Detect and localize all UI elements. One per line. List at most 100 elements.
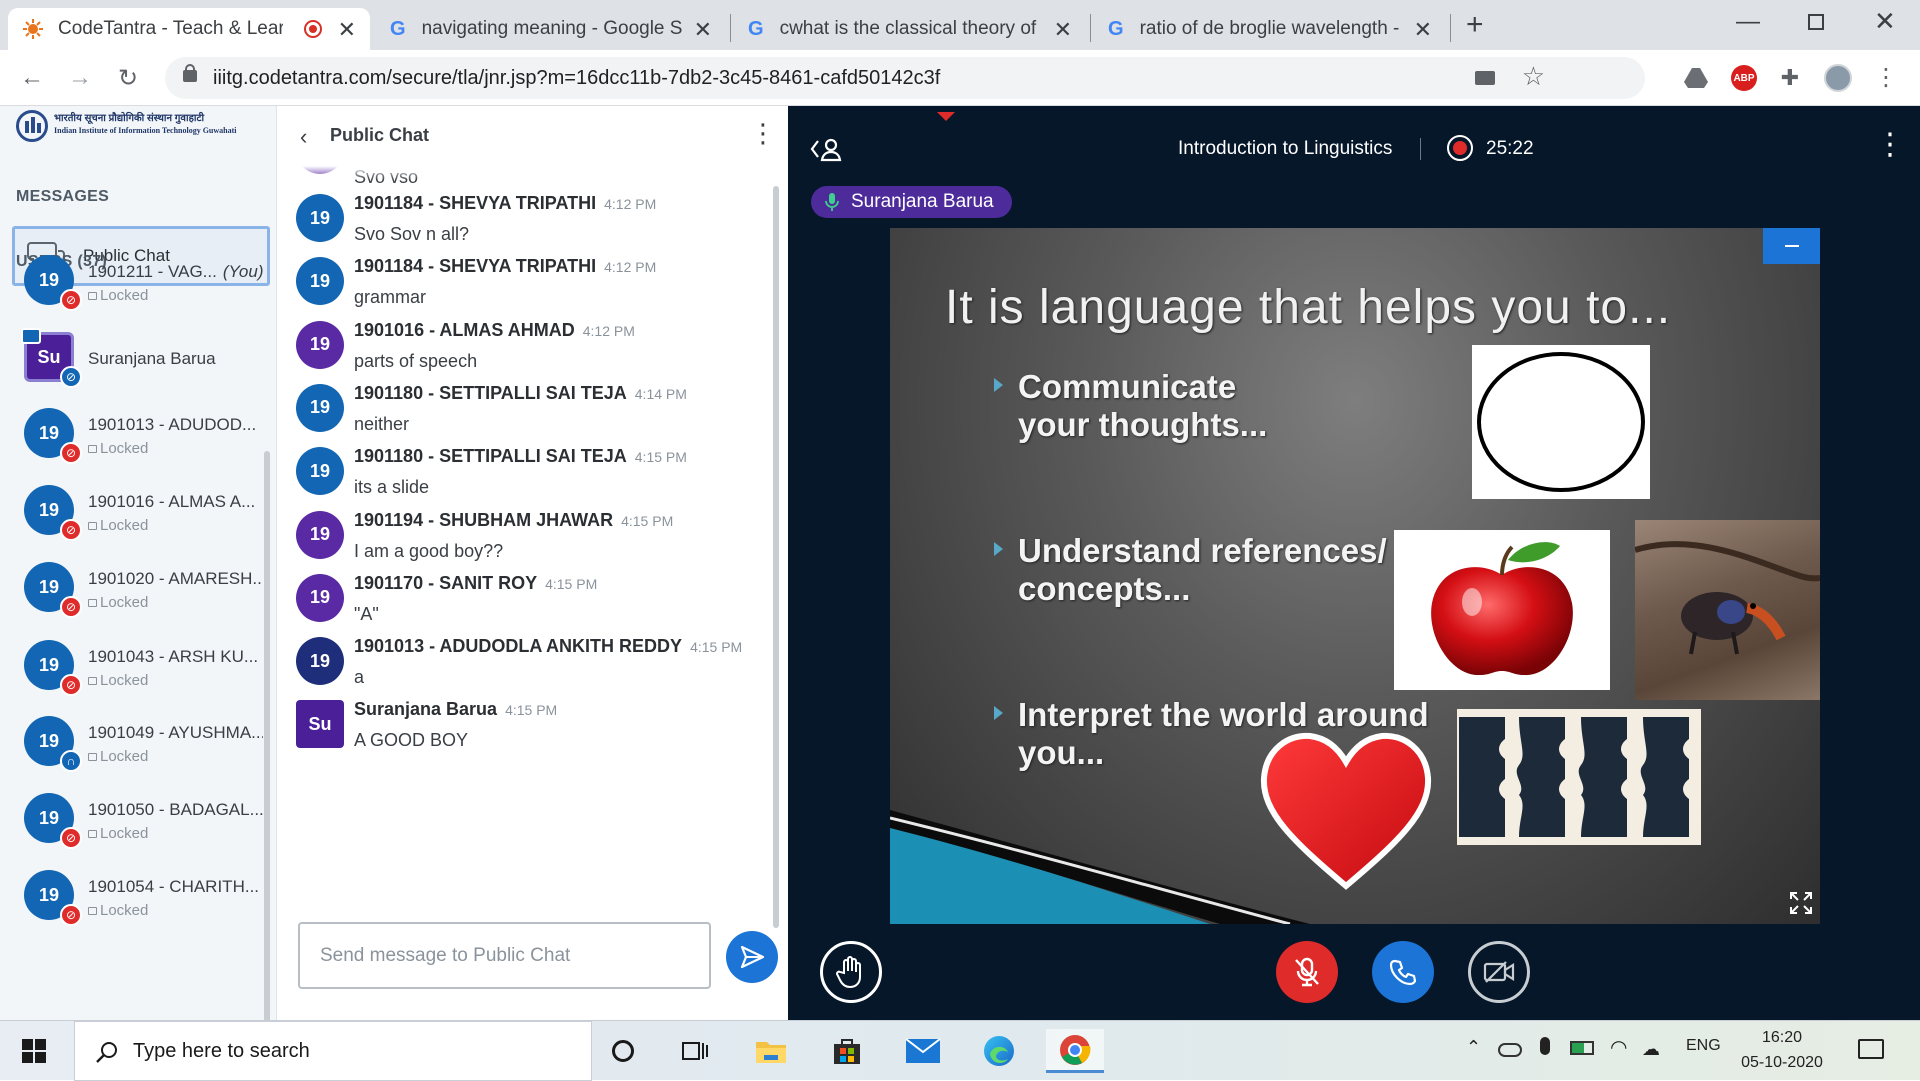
message-list-fade <box>278 166 778 180</box>
extensions-puzzle-icon[interactable]: ✚ <box>1774 62 1806 94</box>
lock-shackle-icon <box>185 64 195 73</box>
windows-start-icon[interactable] <box>22 1039 46 1063</box>
forward-arrow-icon[interactable]: → <box>64 62 96 94</box>
message-sender: 1901013 - ADUDODLA ANKITH REDDY 4:15 PM <box>354 636 742 657</box>
clock[interactable]: 16:20 05-10-2020 <box>1734 1025 1830 1075</box>
new-tab-plus-icon[interactable]: + <box>1466 8 1484 42</box>
message-sender: 1901184 - SHEVYA TRIPATHI 4:12 PM <box>354 256 656 277</box>
battery-icon[interactable] <box>1570 1041 1594 1055</box>
drive-extension-icon[interactable] <box>1680 62 1712 94</box>
browser-tab-bar: CodeTantra - Teach & Learn ✕ G navigatin… <box>0 0 1920 50</box>
browser-toolbar: ← → ↻ iiitg.codetantra.com/secure/tla/jn… <box>0 50 1920 106</box>
chat-title[interactable]: Public Chat <box>330 125 429 146</box>
sender-name: 1901180 - SETTIPALLI SAI TEJA <box>354 446 627 467</box>
meeting-stage: Introduction to Linguistics 25:22 ⋮ Sura… <box>788 106 1920 1020</box>
chat-message-input[interactable] <box>298 922 711 989</box>
language-indicator[interactable]: ENG <box>1686 1037 1721 1055</box>
avatar: Su <box>296 700 344 749</box>
chat-options-icon[interactable]: ⋮ <box>750 120 776 146</box>
message-text: Svo Sov n all? <box>354 224 470 244</box>
onedrive-cloud-icon[interactable] <box>1498 1043 1522 1057</box>
user-list-item[interactable]: 19 ⊘ 1901013 - ADUDOD... Locked <box>0 398 265 475</box>
task-view-icon[interactable] <box>666 1029 724 1073</box>
browser-tab-codetantra[interactable]: CodeTantra - Teach & Learn ✕ <box>8 8 370 50</box>
user-status-text: Locked <box>100 517 149 534</box>
video-off-icon <box>1483 961 1515 983</box>
tab-title: CodeTantra - Teach & Learn <box>58 18 283 39</box>
wifi-icon[interactable]: ◠ <box>1610 1035 1627 1060</box>
cortana-icon[interactable] <box>594 1029 652 1073</box>
message-sender: 1901180 - SETTIPALLI SAI TEJA 4:14 PM <box>354 383 687 404</box>
sender-name: 1901194 - SHUBHAM JHAWAR <box>354 509 614 530</box>
user-list-item[interactable]: 19 ⊘ 1901211 - VAG... (You) Locked <box>0 245 265 322</box>
user-status: Locked <box>88 902 148 919</box>
user-name-text: 1901020 - AMARESH... <box>88 569 263 588</box>
microphone-tray-icon[interactable] <box>1540 1037 1550 1055</box>
user-list-scrollbar[interactable] <box>264 451 270 1020</box>
user-name-text: 1901016 - ALMAS A... <box>88 492 256 511</box>
chat-header: ‹ Public Chat ⋮ <box>278 106 788 166</box>
circle-image <box>1472 345 1650 499</box>
audio-call-button[interactable] <box>1372 941 1434 1003</box>
clock-date: 05-10-2020 <box>1741 1054 1823 1071</box>
taskbar-search-box[interactable]: Type here to search <box>74 1021 592 1081</box>
message-text: its a slide <box>354 477 430 498</box>
camera-icon[interactable] <box>1475 71 1495 85</box>
close-tab-icon[interactable]: ✕ <box>1054 17 1072 43</box>
profile-avatar[interactable] <box>1822 62 1854 94</box>
mic-off-icon: ⊘ <box>60 519 82 541</box>
user-list-toggle-icon[interactable] <box>810 136 844 162</box>
minimize-window-icon[interactable]: — <box>1736 8 1760 36</box>
browser-tab-navigating-meaning[interactable]: G navigating meaning - Google Search ✕ <box>376 8 726 50</box>
restore-window-icon[interactable] <box>1808 14 1824 30</box>
adblock-plus-icon[interactable]: ABP <box>1728 62 1760 94</box>
meeting-options-icon[interactable]: ⋮ <box>1875 130 1905 160</box>
chat-text-field[interactable] <box>300 924 709 987</box>
user-list-item[interactable]: 19 ⊘ 1901020 - AMARESH... Locked <box>0 552 265 629</box>
notification-center-icon[interactable] <box>1858 1039 1884 1059</box>
minimize-presentation-button[interactable] <box>1763 228 1820 264</box>
browser-menu-icon[interactable]: ⋮ <box>1870 62 1902 94</box>
user-list-item[interactable]: 19 ⊘ 1901054 - CHARITH... Locked <box>0 860 265 937</box>
bookmark-star-icon[interactable]: ☆ <box>1522 61 1545 92</box>
address-bar[interactable]: iiitg.codetantra.com/secure/tla/jnr.jsp?… <box>165 57 1645 99</box>
reload-icon[interactable]: ↻ <box>112 62 144 94</box>
user-list-item[interactable]: Su ⊘ Suranjana Barua <box>0 322 265 399</box>
chat-scrollbar[interactable] <box>773 186 779 928</box>
chrome-browser-icon[interactable] <box>1046 1029 1104 1073</box>
browser-tab-de-broglie[interactable]: G ratio of de broglie wavelength - Googl… <box>1094 8 1446 50</box>
edge-browser-icon[interactable] <box>970 1029 1028 1073</box>
close-tab-icon[interactable]: ✕ <box>338 17 356 43</box>
user-name: 1901054 - CHARITH... <box>88 877 263 897</box>
chevron-left-icon[interactable]: ‹ <box>300 124 307 150</box>
file-explorer-icon[interactable] <box>742 1029 800 1073</box>
close-tab-icon[interactable]: ✕ <box>1414 17 1432 43</box>
upload-cloud-icon[interactable]: ☁ <box>1642 1039 1660 1060</box>
microphone-icon <box>825 192 839 212</box>
you-label: (You) <box>222 262 263 281</box>
mail-icon[interactable] <box>894 1029 952 1073</box>
microsoft-store-icon[interactable] <box>818 1029 876 1073</box>
bullet-arrow-icon <box>994 706 1003 720</box>
send-message-button[interactable] <box>726 931 778 983</box>
avatar: 19 <box>296 383 344 432</box>
raise-hand-button[interactable] <box>820 941 882 1003</box>
close-tab-icon[interactable]: ✕ <box>694 17 712 43</box>
tab-divider <box>730 14 731 42</box>
sender-name: 1901184 - SHEVYA TRIPATHI <box>354 193 597 213</box>
message-time: 4:12 PM <box>604 259 657 276</box>
tab-title: cwhat is the classical theory of meaning <box>779 18 1042 39</box>
recording-dot-icon[interactable] <box>1447 135 1473 161</box>
show-hidden-icons-chevron-icon[interactable]: ⌃ <box>1466 1037 1481 1058</box>
user-list-item[interactable]: 19 ⊘ 1901043 - ARSH KU... Locked <box>0 630 265 707</box>
mute-microphone-button[interactable] <box>1276 941 1338 1003</box>
user-list-item[interactable]: 19 ∩ 1901049 - AYUSHMA... Locked <box>0 706 265 783</box>
user-list-item[interactable]: 19 ⊘ 1901016 - ALMAS A... Locked <box>0 475 265 552</box>
close-window-icon[interactable]: ✕ <box>1874 6 1896 37</box>
recording-indicator-icon <box>304 20 322 38</box>
back-arrow-icon[interactable]: ← <box>16 62 48 94</box>
browser-tab-classical-theory[interactable]: G cwhat is the classical theory of meani… <box>734 8 1086 50</box>
user-list-item[interactable]: 19 ⊘ 1901050 - BADAGAL... Locked <box>0 783 265 860</box>
fullscreen-icon[interactable] <box>1790 892 1812 914</box>
video-toggle-button[interactable] <box>1468 941 1530 1003</box>
